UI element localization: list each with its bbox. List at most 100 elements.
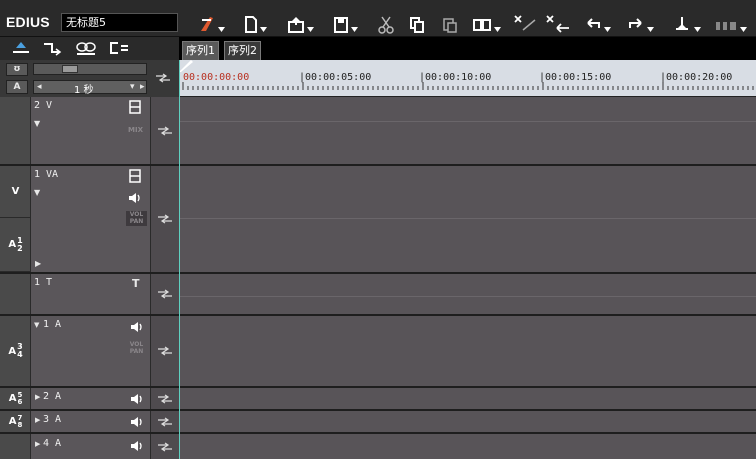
lane-4a[interactable] xyxy=(179,434,756,459)
audio-mode-button[interactable]: A xyxy=(6,80,28,94)
track-patch[interactable] xyxy=(0,97,31,164)
project-name-field[interactable]: 无标题5 xyxy=(61,13,178,32)
sync-arrows-icon[interactable] xyxy=(157,442,173,452)
track-name: 2 A xyxy=(43,391,62,402)
sync-arrows-icon[interactable] xyxy=(157,394,173,404)
video-mute-icon[interactable] xyxy=(129,100,141,114)
timeline-cursor[interactable] xyxy=(179,60,180,459)
undo-button[interactable] xyxy=(584,12,611,34)
insert-mode-button[interactable] xyxy=(472,12,501,34)
speaker-icon[interactable] xyxy=(129,392,145,406)
track-patch[interactable] xyxy=(0,274,31,314)
zoom-slider[interactable] xyxy=(33,63,147,75)
snap-icon[interactable] xyxy=(108,40,130,56)
copy-button[interactable] xyxy=(409,12,425,34)
track-sync-cell[interactable] xyxy=(151,316,179,386)
track-sync-cell[interactable] xyxy=(151,97,179,164)
zoom-slider-handle[interactable] xyxy=(62,65,78,73)
paste-button[interactable] xyxy=(442,12,458,34)
chevron-down-icon[interactable] xyxy=(647,27,654,32)
lane-1a[interactable] xyxy=(179,316,756,388)
sync-lock-icon[interactable] xyxy=(42,40,62,56)
speaker-icon[interactable] xyxy=(129,320,145,334)
sync-arrows-icon[interactable] xyxy=(157,346,173,356)
cut-button[interactable] xyxy=(378,12,394,34)
scale-selector[interactable]: ◂ 1 秒 ▾ ▸ xyxy=(33,80,147,96)
vol-pan-toggle[interactable]: VOL PAN xyxy=(126,211,147,226)
redo-button[interactable] xyxy=(627,12,654,34)
playhead-marker[interactable] xyxy=(179,60,193,72)
chevron-down-icon[interactable] xyxy=(260,27,267,32)
lane-2v[interactable] xyxy=(179,97,756,166)
undo-icon xyxy=(587,18,600,28)
sync-arrows-icon[interactable] xyxy=(157,214,173,224)
lane-3a[interactable] xyxy=(179,411,756,434)
open-project-button[interactable] xyxy=(198,12,225,34)
caret-right-icon[interactable]: ▶ xyxy=(35,393,40,401)
caret-left-icon[interactable]: ◂ xyxy=(37,82,42,92)
chevron-down-icon[interactable]: ▾ xyxy=(130,82,135,92)
sync-arrows-icon[interactable] xyxy=(157,417,173,427)
sync-arrows-icon[interactable] xyxy=(155,73,171,83)
delete-icon xyxy=(514,15,536,31)
link-icon[interactable] xyxy=(75,40,97,56)
channel-2-label: 8 xyxy=(17,420,23,429)
ripple-delete-button[interactable] xyxy=(545,12,571,34)
chevron-down-icon[interactable]: ▼ xyxy=(34,188,40,197)
vol-pan-toggle[interactable]: VOL PAN xyxy=(126,341,147,356)
save-button[interactable] xyxy=(333,12,358,34)
sequence-tabs: 序列1 序列2 xyxy=(179,37,756,60)
video-patch[interactable]: V xyxy=(0,166,31,218)
sync-arrows-icon[interactable] xyxy=(157,289,173,299)
chevron-down-icon[interactable] xyxy=(694,27,701,32)
chevron-down-icon[interactable] xyxy=(494,27,501,32)
caret-right-icon[interactable]: ▸ xyxy=(140,82,145,92)
speaker-icon[interactable] xyxy=(129,415,145,429)
track-info: 2 V ▼ MIX xyxy=(31,97,151,164)
track-sync-cell[interactable] xyxy=(151,166,179,272)
audio-patch[interactable]: A56 xyxy=(0,388,31,409)
chevron-down-icon[interactable]: ▼ xyxy=(34,321,39,329)
speaker-icon[interactable] xyxy=(129,439,145,453)
open-project-icon xyxy=(201,17,213,31)
tab-sequence-1[interactable]: 序列1 xyxy=(182,41,219,60)
vol-label: VOL xyxy=(129,341,144,348)
chevron-down-icon[interactable] xyxy=(740,27,747,32)
render-button[interactable] xyxy=(714,12,747,34)
track-sync-cell[interactable] xyxy=(151,274,179,314)
track-patch[interactable] xyxy=(0,434,31,459)
chevron-down-icon[interactable]: ▼ xyxy=(34,119,40,128)
video-mute-icon[interactable] xyxy=(129,169,141,183)
chevron-down-icon[interactable] xyxy=(351,27,358,32)
add-marker-button[interactable] xyxy=(672,12,701,34)
track-sync-cell[interactable] xyxy=(151,434,179,459)
export-button[interactable] xyxy=(287,12,314,34)
caret-right-icon[interactable]: ▶ xyxy=(35,416,40,424)
pan-label: PAN xyxy=(129,218,144,225)
lane-2a[interactable] xyxy=(179,388,756,411)
track-expand-icon[interactable] xyxy=(11,40,31,56)
sync-arrows-icon[interactable] xyxy=(157,126,173,136)
track-sync-cell[interactable] xyxy=(151,388,179,409)
track-info: ▶ 3 A xyxy=(31,411,151,432)
time-ruler[interactable]: 00:00:00:00 |00:00:05:00 |00:00:10:00 |0… xyxy=(179,60,756,97)
audio-patch[interactable]: A12 xyxy=(0,218,31,272)
speaker-icon[interactable] xyxy=(127,191,143,205)
audio-patch[interactable]: A78 xyxy=(0,411,31,432)
collapse-tracks-button[interactable]: ʊ xyxy=(6,63,28,76)
timeline-area[interactable]: 00:00:00:00 |00:00:05:00 |00:00:10:00 |0… xyxy=(179,60,756,459)
track-sync-cell[interactable] xyxy=(151,411,179,432)
caret-right-icon[interactable]: ▶ xyxy=(35,259,41,268)
chevron-down-icon[interactable] xyxy=(307,27,314,32)
lane-1t[interactable] xyxy=(179,274,756,316)
caret-right-icon[interactable]: ▶ xyxy=(35,440,40,448)
tab-sequence-2[interactable]: 序列2 xyxy=(224,41,261,60)
chevron-down-icon[interactable] xyxy=(604,27,611,32)
paste-icon xyxy=(443,18,457,33)
pan-label: PAN xyxy=(129,348,144,355)
new-sequence-button[interactable] xyxy=(244,12,267,34)
chevron-down-icon[interactable] xyxy=(218,27,225,32)
lane-1va[interactable] xyxy=(179,166,756,274)
audio-patch[interactable]: A34 xyxy=(0,316,31,386)
delete-button[interactable] xyxy=(513,12,537,34)
